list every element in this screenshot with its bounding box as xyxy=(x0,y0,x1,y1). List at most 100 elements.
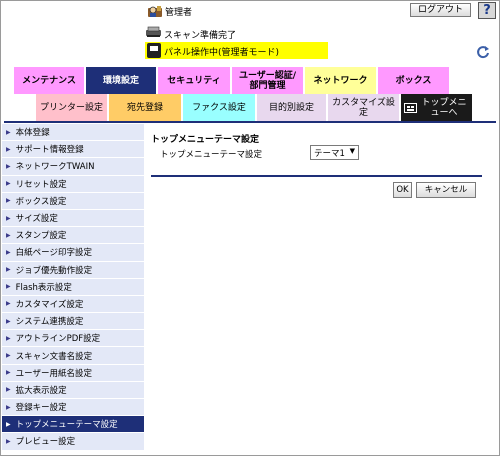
tab-label: セキュリティ xyxy=(167,75,221,86)
sidebar-item-box[interactable]: ▶ ボックス設定 xyxy=(2,192,144,210)
sidebar-item-label: トップメニューテーマ設定 xyxy=(15,420,118,431)
arrow-right-icon: ▶ xyxy=(6,214,11,222)
sidebar-item-preview[interactable]: ▶ プレビュー設定 xyxy=(2,433,144,451)
subtab-fax[interactable]: ファクス設定 xyxy=(183,94,255,122)
sidebar-item-flash[interactable]: ▶ Flash表示設定 xyxy=(2,278,144,296)
sidebar-item-label: サポート情報登録 xyxy=(15,145,84,156)
arrow-right-icon: ▶ xyxy=(6,128,11,136)
sidebar-item-size[interactable]: ▶ サイズ設定 xyxy=(2,209,144,228)
page-title: トップメニューテーマ設定 xyxy=(151,135,260,145)
sidebar-item-label: ネットワークTWAIN xyxy=(15,162,95,173)
sidebar-item-device-registration[interactable]: ▶ 本体登録 xyxy=(2,124,144,142)
arrow-right-icon: ▶ xyxy=(6,197,11,205)
chevron-down-icon: ▼ xyxy=(349,147,355,155)
sidebar-item-label: 白紙ページ印字設定 xyxy=(15,248,92,259)
tab-security[interactable]: セキュリティ xyxy=(158,67,230,94)
sidebar-item-label: ユーザー用紙名設定 xyxy=(15,368,92,379)
sidebar-item-label: サイズ設定 xyxy=(15,214,58,225)
logout-button[interactable]: ログアウト xyxy=(410,3,471,17)
sidebar-item-stamp[interactable]: ▶ スタンプ設定 xyxy=(2,227,144,245)
theme-field-label: トップメニューテーマ設定 xyxy=(160,150,263,160)
sidebar-item-label: 本体登録 xyxy=(15,128,50,139)
panel-lock-icon xyxy=(147,43,161,58)
sidebar-item-label: ボックス設定 xyxy=(15,196,67,207)
arrow-right-icon: ▶ xyxy=(6,231,11,239)
sidebar-item-user-paper-name[interactable]: ▶ ユーザー用紙名設定 xyxy=(2,364,144,382)
tab-maintenance[interactable]: メンテナンス xyxy=(14,67,84,94)
arrow-right-icon: ▶ xyxy=(6,437,11,445)
panel-status-banner: パネル操作中(管理者モード) xyxy=(145,42,328,59)
scanner-status-icon xyxy=(145,26,161,40)
tab-label: 環境設定 xyxy=(102,75,139,86)
theme-select-value: テーマ1 xyxy=(314,148,345,159)
page-frame: 管理者 ログアウト ? スキャン準備完了 パネル操作中(管理者モード) メンテナ… xyxy=(0,0,500,456)
admin-label: 管理者 xyxy=(165,8,193,18)
arrow-right-icon: ▶ xyxy=(6,248,11,256)
arrow-right-icon: ▶ xyxy=(6,403,11,411)
admin-user-icon xyxy=(147,4,163,18)
arrow-right-icon: ▶ xyxy=(6,162,11,170)
sidebar-item-label: プレビュー設定 xyxy=(15,437,76,448)
subtab-printer[interactable]: プリンター設定 xyxy=(36,94,107,122)
arrow-right-icon: ▶ xyxy=(6,386,11,394)
help-button[interactable]: ? xyxy=(478,2,496,19)
tab-label: ユーザー認証/部門管理 xyxy=(238,70,297,91)
sidebar-item-blank-page[interactable]: ▶ 白紙ページ印字設定 xyxy=(2,244,144,262)
refresh-icon[interactable] xyxy=(475,45,491,59)
subtab-address[interactable]: 宛先登録 xyxy=(109,94,181,122)
subtab-label: カスタマイズ設定 xyxy=(332,98,395,118)
sidebar-item-scan-doc-name[interactable]: ▶ スキャン文書名設定 xyxy=(2,347,144,365)
sidebar-item-label: スキャン文書名設定 xyxy=(15,351,93,362)
arrow-right-icon: ▶ xyxy=(6,180,11,188)
subtab-label: 宛先登録 xyxy=(126,103,163,113)
sidebar-item-label: スタンプ設定 xyxy=(15,231,67,242)
sidebar-item-label: 拡大表示設定 xyxy=(15,385,67,396)
tab-network[interactable]: ネットワーク xyxy=(305,67,376,94)
sidebar-item-system-link[interactable]: ▶ システム連携設定 xyxy=(2,313,144,331)
tab-environment[interactable]: 環境設定 xyxy=(86,67,156,94)
sidebar-item-job-priority[interactable]: ▶ ジョブ優先動作設定 xyxy=(2,261,144,279)
sidebar-item-label: 登録キー設定 xyxy=(15,403,67,414)
arrow-right-icon: ▶ xyxy=(6,300,11,308)
cancel-button[interactable]: キャンセル xyxy=(416,182,476,198)
tab-label: ネットワーク xyxy=(313,75,368,86)
ok-button[interactable]: OK xyxy=(393,182,412,198)
sidebar-item-network-twain[interactable]: ▶ ネットワークTWAIN xyxy=(2,158,144,176)
sidebar-item-reset[interactable]: ▶ リセット設定 xyxy=(2,175,144,193)
tab-box[interactable]: ボックス xyxy=(378,67,449,94)
sidebar-item-label: Flash表示設定 xyxy=(15,282,72,293)
subtab-label: トップメニューへ xyxy=(421,98,467,118)
arrow-right-icon: ▶ xyxy=(6,283,11,291)
arrow-right-icon: ▶ xyxy=(6,369,11,377)
sidebar-item-label: リセット設定 xyxy=(15,179,67,190)
subtab-purpose[interactable]: 目的別設定 xyxy=(257,94,326,122)
arrow-right-icon: ▶ xyxy=(6,317,11,325)
sidebar-item-register-key[interactable]: ▶ 登録キー設定 xyxy=(2,399,144,417)
theme-select[interactable]: テーマ1 ▼ xyxy=(310,145,359,160)
sidebar-item-support-info[interactable]: ▶ サポート情報登録 xyxy=(2,141,144,159)
arrow-right-icon: ▶ xyxy=(6,266,11,274)
subtab-top-menu[interactable]: トップメニューへ xyxy=(401,94,472,122)
tab-label: ボックス xyxy=(395,75,432,86)
subtab-label: 目的別設定 xyxy=(268,103,314,113)
tab-user-auth[interactable]: ユーザー認証/部門管理 xyxy=(232,67,303,94)
arrow-right-icon: ▶ xyxy=(6,334,11,342)
tab-divider xyxy=(4,121,496,123)
panel-status-label: パネル操作中(管理者モード) xyxy=(164,48,280,58)
subtab-customize[interactable]: カスタマイズ設定 xyxy=(328,94,399,122)
device-status-label: スキャン準備完了 xyxy=(164,31,237,41)
arrow-right-icon: ▶ xyxy=(6,145,11,153)
tab-label: メンテナンス xyxy=(22,75,76,86)
sidebar-item-label: ジョブ優先動作設定 xyxy=(15,265,93,276)
sidebar-item-customize[interactable]: ▶ カスタマイズ設定 xyxy=(2,295,144,314)
sidebar-item-label: アウトラインPDF設定 xyxy=(15,334,101,345)
content-divider xyxy=(151,175,482,177)
sidebar-item-label: システム連携設定 xyxy=(15,317,84,328)
sidebar-item-label: カスタマイズ設定 xyxy=(15,299,84,310)
sidebar-item-outline-pdf[interactable]: ▶ アウトラインPDF設定 xyxy=(2,330,144,348)
sidebar-item-top-menu-theme[interactable]: ▶ トップメニューテーマ設定 xyxy=(2,416,144,434)
sidebar-item-zoom-display[interactable]: ▶ 拡大表示設定 xyxy=(2,381,144,399)
arrow-right-icon: ▶ xyxy=(6,352,11,360)
subtab-label: プリンター設定 xyxy=(39,103,103,113)
subtab-label: ファクス設定 xyxy=(192,103,246,113)
